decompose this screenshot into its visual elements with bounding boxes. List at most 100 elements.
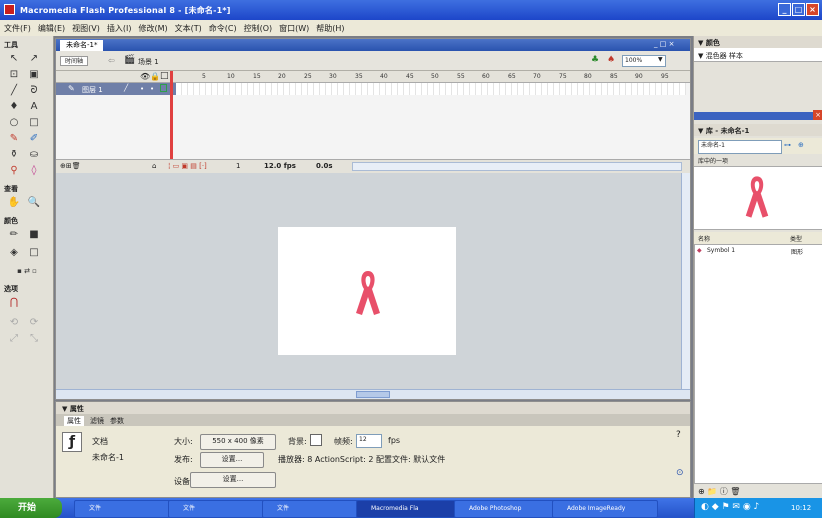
document-size-button[interactable]: 550 x 400 像素 [200, 434, 276, 450]
color-swap-icons[interactable]: ▪ ⇄ ▫ [4, 264, 50, 278]
expand-icon[interactable]: ⊙ [676, 468, 684, 478]
snap-magnet-icon[interactable]: ⋂ [6, 296, 22, 310]
color-panel-header[interactable]: ▼ 颜色 [694, 36, 822, 48]
frame-track[interactable] [176, 83, 686, 95]
tab-filters[interactable]: 滤镜 [90, 416, 104, 426]
frame-number[interactable]: 50 [431, 73, 439, 80]
outline-icon[interactable]: □ [160, 71, 169, 81]
straighten-option-icon[interactable]: ⟳ [26, 316, 42, 330]
smooth-option-icon[interactable]: ⟲ [6, 316, 22, 330]
menu-commands[interactable]: 命令(C) [209, 23, 237, 34]
library-item[interactable]: ◆ Symbol 1 图形 [695, 246, 822, 256]
frame-ruler[interactable]: 5 10 15 20 25 30 35 40 45 50 55 60 65 70 75 80 85 90 95 [176, 71, 686, 83]
layer-row[interactable]: ✎ 图层 1 ╱ • • [56, 83, 176, 95]
minimize-button[interactable]: _ [778, 3, 791, 16]
frame-number[interactable]: 45 [406, 73, 414, 80]
tray-icons[interactable]: ◐ ◆ ⚑ ✉ ◉ ♪ [701, 502, 759, 512]
paint-bucket-tool-icon[interactable]: ⛀ [26, 148, 42, 162]
gradient-transform-tool-icon[interactable]: ▣ [26, 68, 42, 82]
library-close-icon[interactable]: × [813, 110, 822, 120]
edit-scene-icon[interactable]: ♣ [591, 55, 599, 65]
column-type-header[interactable]: 类型 [790, 234, 802, 243]
add-layer-icons[interactable]: ⊕⊞🗑 [60, 162, 81, 170]
frame-number[interactable]: 90 [635, 73, 643, 80]
frame-number[interactable]: 55 [457, 73, 465, 80]
menu-control[interactable]: 控制(O) [244, 23, 273, 34]
eraser-tool-icon[interactable]: ◊ [26, 164, 42, 178]
zoom-dropdown-icon[interactable]: ▼ [658, 56, 663, 63]
tab-parameters[interactable]: 参数 [110, 416, 124, 426]
frame-number[interactable]: 80 [584, 73, 592, 80]
properties-header[interactable]: ▼ 属性 [56, 402, 690, 414]
close-button[interactable]: × [806, 3, 819, 16]
menu-view[interactable]: 视图(V) [72, 23, 100, 34]
ink-bottle-tool-icon[interactable]: ⚱ [6, 148, 22, 162]
layer-outline-box[interactable] [160, 84, 167, 92]
taskbar-item-folder-2[interactable]: 文件 [168, 500, 272, 518]
scene-label[interactable]: 场景 1 [138, 57, 159, 67]
rotate-option-icon[interactable]: ⤢ [6, 332, 22, 346]
stroke-swatch-icon[interactable]: ■ [26, 228, 42, 242]
center-frame-icon[interactable]: ⌂ [152, 162, 156, 170]
start-button[interactable]: 开始 [0, 498, 62, 518]
frame-rate-field[interactable]: 12 [356, 434, 382, 448]
fill-swatch-icon[interactable]: □ [26, 246, 42, 260]
frame-number[interactable]: 65 [508, 73, 516, 80]
stroke-color-icon[interactable]: ✏ [6, 228, 22, 242]
menu-help[interactable]: 帮助(H) [316, 23, 344, 34]
hand-tool-icon[interactable]: ✋ [6, 196, 22, 210]
lasso-tool-icon[interactable]: ᘐ [26, 84, 42, 98]
stage-vscroll[interactable] [681, 173, 690, 389]
publish-settings-button[interactable]: 设置... [200, 452, 264, 468]
lock-icon[interactable]: 🔒 [150, 72, 160, 81]
frame-number[interactable]: 25 [304, 73, 312, 80]
frame-number[interactable]: 35 [355, 73, 363, 80]
playhead[interactable] [170, 71, 173, 161]
document-restore-icon[interactable]: _ □ × [654, 40, 674, 48]
color-mixer-tabs[interactable]: ▼ 混色器 样本 [694, 48, 822, 62]
taskbar-item-folder-1[interactable]: 文件 [74, 500, 178, 518]
library-document-select[interactable]: 未命名-1 [698, 140, 782, 154]
tab-properties[interactable]: 属性 [64, 416, 84, 426]
free-transform-tool-icon[interactable]: ⊡ [6, 68, 22, 82]
selection-tool-icon[interactable]: ↖ [6, 52, 22, 66]
menu-window[interactable]: 窗口(W) [279, 23, 309, 34]
stage-canvas[interactable] [278, 227, 456, 355]
frame-number[interactable]: 60 [482, 73, 490, 80]
menu-edit[interactable]: 编辑(E) [38, 23, 65, 34]
eye-icon[interactable]: 👁 [140, 72, 150, 81]
frame-number[interactable]: 30 [329, 73, 337, 80]
frame-number[interactable]: 40 [380, 73, 388, 80]
frame-number[interactable]: 10 [227, 73, 235, 80]
help-icon[interactable]: ? [676, 430, 681, 440]
document-tab[interactable]: 未命名-1* [60, 40, 104, 51]
frame-number[interactable]: 5 [202, 73, 206, 80]
hscroll-thumb[interactable] [356, 391, 390, 398]
awareness-ribbon-graphic[interactable] [352, 267, 384, 319]
frame-number[interactable]: 70 [533, 73, 541, 80]
menu-file[interactable]: 文件(F) [4, 23, 31, 34]
layer-visibility-dot[interactable]: • [140, 85, 144, 93]
taskbar-item-imageready[interactable]: Adobe ImageReady [552, 500, 658, 518]
pen-tool-icon[interactable]: ♦ [6, 100, 22, 114]
layer-name[interactable]: 图层 1 [82, 85, 103, 95]
eyedropper-tool-icon[interactable]: ⚲ [6, 164, 22, 178]
scale-option-icon[interactable]: ⤡ [26, 332, 42, 346]
brush-tool-icon[interactable]: ✐ [26, 132, 42, 146]
column-name-header[interactable]: 名称 [698, 234, 710, 243]
frame-number[interactable]: 20 [278, 73, 286, 80]
subselection-tool-icon[interactable]: ↗ [26, 52, 42, 66]
menu-modify[interactable]: 修改(M) [138, 23, 167, 34]
library-header[interactable]: ▼ 库 - 未命名-1 [694, 124, 822, 136]
back-arrow-icon[interactable]: ⇦ [108, 56, 115, 65]
onion-skin-icons[interactable]: ¦ ▭ ▣ ▤ [·] [168, 162, 207, 170]
fill-color-icon[interactable]: ◈ [6, 246, 22, 260]
menu-insert[interactable]: 插入(I) [107, 23, 132, 34]
rectangle-tool-icon[interactable]: □ [26, 116, 42, 130]
frame-number[interactable]: 95 [661, 73, 669, 80]
stage-hscroll[interactable] [56, 389, 690, 399]
timeline-hscroll[interactable] [352, 162, 682, 171]
oval-tool-icon[interactable]: ○ [6, 116, 22, 130]
library-footer-icons[interactable]: ⊕ 📁 ⓘ 🗑 [698, 486, 740, 497]
pencil-tool-icon[interactable]: ✎ [6, 132, 22, 146]
